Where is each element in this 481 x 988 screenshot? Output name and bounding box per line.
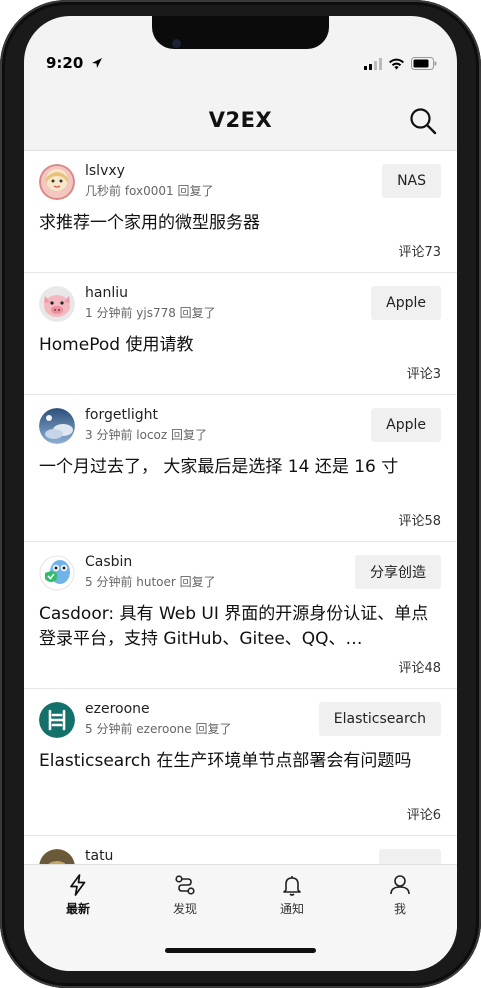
topic-title[interactable]: 一个月过去了， 大家最后是选择 14 还是 16 寸	[39, 455, 443, 505]
comment-count: 评论3	[406, 367, 441, 382]
tab-label: 最新	[65, 902, 90, 916]
avatar[interactable]	[39, 408, 75, 444]
username[interactable]: forgetlight	[85, 407, 158, 423]
topic-title[interactable]: 求推荐一个家用的微型服务器	[39, 211, 443, 236]
node-tag[interactable]: Elasticsearch	[318, 702, 441, 736]
battery-icon	[411, 57, 437, 70]
cellular-signal-icon	[364, 57, 382, 70]
avatar[interactable]	[39, 164, 75, 200]
status-time: 9:20	[46, 54, 84, 72]
screen: 9:20 V2EX lslvxy 几秒前 fox0001 回复了 NAS 求推荐…	[24, 16, 457, 971]
tab-label: 我	[393, 902, 406, 916]
topic-item[interactable]: lslvxy 几秒前 fox0001 回复了 NAS 求推荐一个家用的微型服务器…	[24, 151, 457, 273]
reply-meta: 1 分钟前 yjs778 回复了	[85, 306, 216, 320]
bolt-icon	[70, 874, 86, 896]
topic-item[interactable]: Casbin 5 分钟前 hutoer 回复了 分享创造 Casdoor: 具有…	[24, 542, 457, 689]
username[interactable]: lslvxy	[85, 163, 125, 179]
node-tag[interactable]: 分享创造	[355, 555, 441, 589]
search-button[interactable]	[407, 105, 439, 137]
node-tag[interactable]: NAS	[382, 164, 441, 198]
reply-meta: 5 分钟前 ezeroone 回复了	[85, 722, 232, 736]
tab-discover[interactable]: 发现	[145, 873, 225, 917]
tab-latest[interactable]: 最新	[38, 873, 118, 917]
tab-label: 发现	[172, 902, 197, 916]
nav-bar: V2EX	[24, 96, 457, 151]
status-icons	[364, 57, 437, 70]
topic-item[interactable]: hanliu 1 分钟前 yjs778 回复了 Apple HomePod 使用…	[24, 273, 457, 395]
avatar[interactable]	[39, 702, 75, 738]
person-icon	[390, 875, 410, 895]
reply-meta: 3 分钟前 locoz 回复了	[85, 428, 207, 442]
comment-count: 评论6	[406, 808, 441, 823]
topic-title[interactable]: Casdoor: 具有 Web UI 界面的开源身份认证、单点登录平台，支持 G…	[39, 602, 443, 652]
node-tag[interactable]: Apple	[371, 286, 441, 320]
comment-count: 评论58	[398, 514, 441, 529]
page-title: V2EX	[208, 108, 273, 132]
topic-item[interactable]: forgetlight 3 分钟前 locoz 回复了 Apple 一个月过去了…	[24, 395, 457, 542]
topic-item[interactable]: ezeroone 5 分钟前 ezeroone 回复了 Elasticsearc…	[24, 689, 457, 836]
username[interactable]: tatu	[85, 848, 113, 864]
reply-meta: 几秒前 fox0001 回复了	[85, 184, 214, 198]
route-icon	[175, 875, 195, 895]
tab-label: 通知	[279, 902, 304, 916]
topic-list[interactable]: lslvxy 几秒前 fox0001 回复了 NAS 求推荐一个家用的微型服务器…	[24, 151, 457, 866]
username[interactable]: hanliu	[85, 285, 128, 301]
front-camera	[172, 39, 181, 48]
search-icon	[410, 108, 437, 135]
home-indicator	[165, 948, 316, 953]
node-tag[interactable]: Apple	[371, 408, 441, 442]
topic-title[interactable]: HomePod 使用请教	[39, 333, 443, 358]
tab-bar: 最新 发现 通知 我	[24, 864, 457, 971]
avatar[interactable]	[39, 555, 75, 591]
comment-count: 评论73	[398, 245, 441, 260]
comment-count: 评论48	[398, 661, 441, 676]
username[interactable]: ezeroone	[85, 701, 150, 717]
topic-item[interactable]: tatu	[24, 836, 457, 866]
avatar[interactable]	[39, 286, 75, 322]
wifi-icon	[389, 58, 404, 69]
username[interactable]: Casbin	[85, 554, 132, 570]
bell-icon	[283, 876, 301, 896]
topic-title[interactable]: Elasticsearch 在生产环境单节点部署会有问题吗	[39, 749, 443, 799]
tab-notifications[interactable]: 通知	[252, 873, 332, 917]
location-arrow-icon	[92, 58, 102, 68]
reply-meta: 5 分钟前 hutoer 回复了	[85, 575, 216, 589]
phone-frame: 9:20 V2EX lslvxy 几秒前 fox0001 回复了 NAS 求推荐…	[0, 0, 481, 988]
tab-me[interactable]: 我	[360, 873, 440, 917]
